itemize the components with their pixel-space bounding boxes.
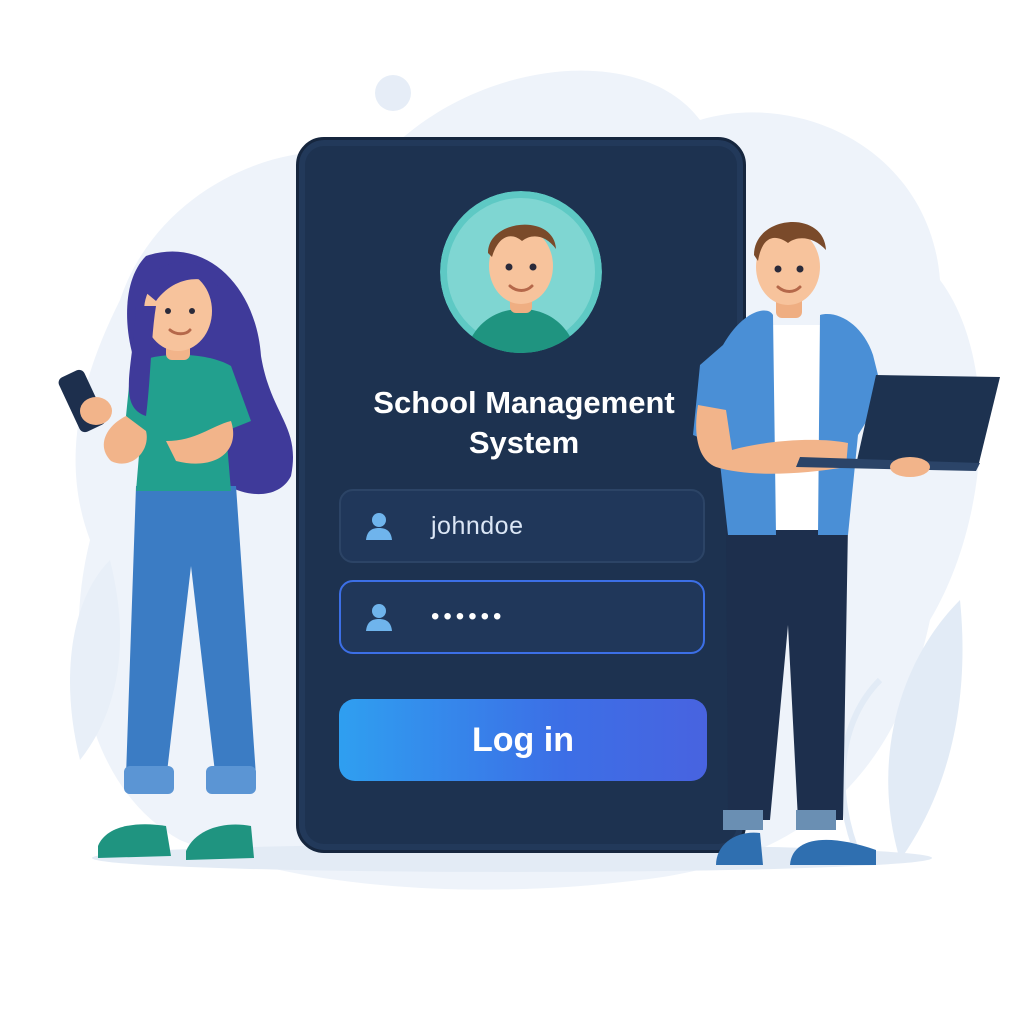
- user-icon: [366, 604, 392, 631]
- login-illustration: School Management System johndoe •••••• …: [0, 0, 1024, 1024]
- user-avatar-icon: [440, 191, 602, 353]
- man-with-laptop-illustration: [693, 221, 1000, 865]
- username-value: johndoe: [431, 511, 524, 540]
- password-mask: ••••••: [431, 603, 506, 630]
- username-field[interactable]: johndoe: [339, 489, 705, 563]
- password-field[interactable]: ••••••: [339, 580, 705, 654]
- login-button[interactable]: Log in: [339, 699, 707, 781]
- login-card: School Management System johndoe •••••• …: [296, 137, 746, 853]
- app-title: School Management System: [373, 385, 675, 460]
- woman-with-phone-illustration: [58, 251, 294, 860]
- user-icon: [366, 513, 392, 540]
